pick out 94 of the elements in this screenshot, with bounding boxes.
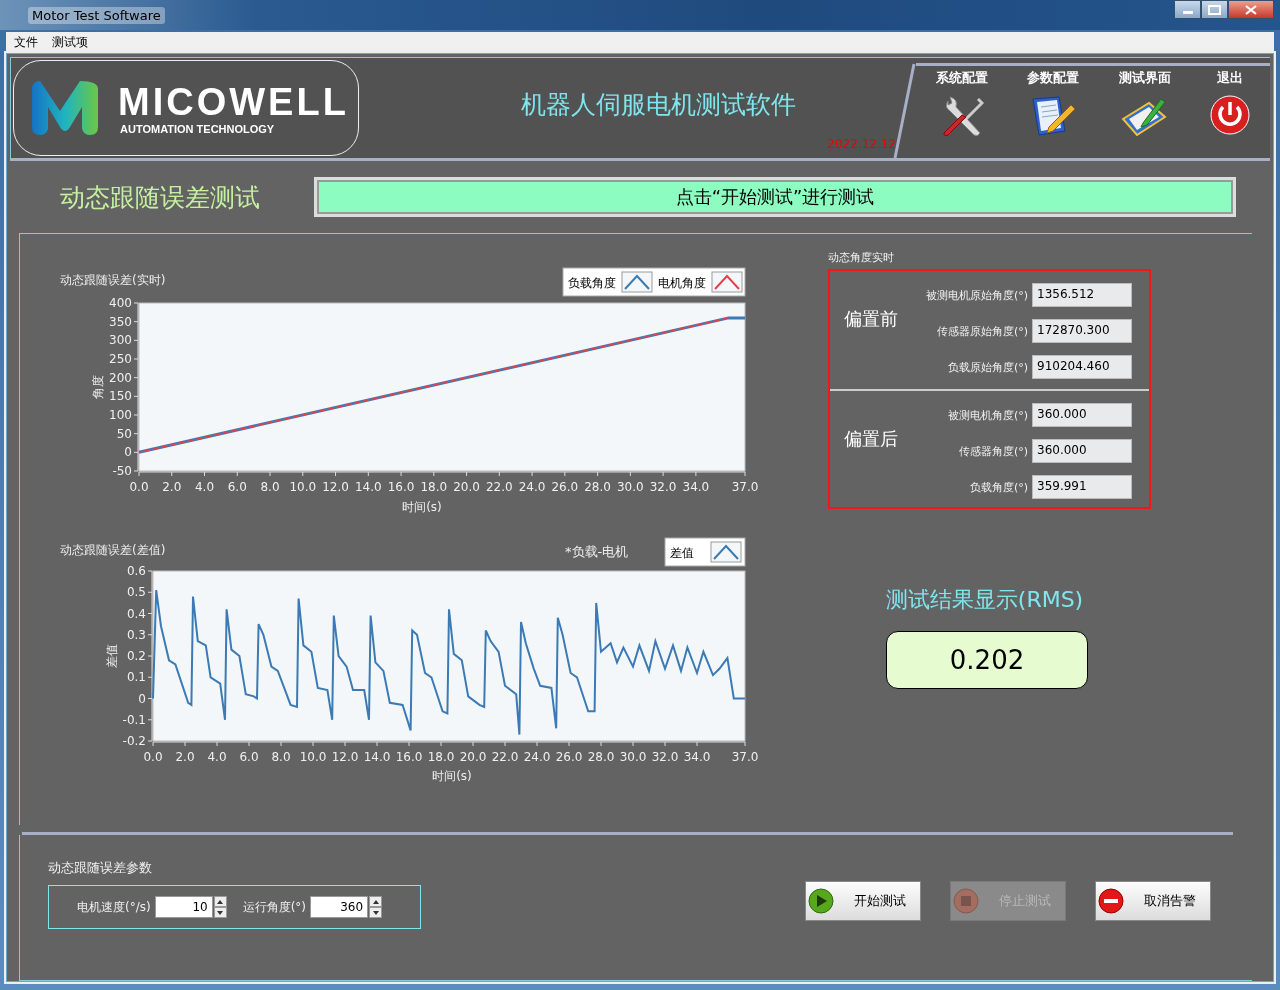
- x-tick-label: 10.0: [289, 480, 317, 494]
- y-tick-label: 0: [138, 691, 146, 706]
- x-tick-label: 26.0: [551, 480, 579, 494]
- status-message: 点击“开始测试”进行测试: [314, 177, 1236, 217]
- y-tick-label: -50: [112, 464, 132, 478]
- value-field: 360.000: [1032, 439, 1132, 463]
- result-title: 测试结果显示(RMS): [885, 586, 1084, 614]
- y-tick-label: 0: [124, 445, 132, 460]
- y-tick-label: 300: [109, 333, 132, 348]
- app-title: 机器人伺服电机测试软件: [521, 89, 796, 121]
- x-tick-label: 28.0: [584, 480, 611, 494]
- chart-title: 动态跟随误差(差值): [60, 543, 166, 557]
- section-title: 动态跟随误差参数: [48, 859, 153, 877]
- brand-name: MICOWELL: [118, 81, 349, 123]
- y-tick-label: 0.6: [126, 564, 146, 578]
- field-label: 负载角度(°): [969, 479, 1028, 495]
- group-label: 偏置前: [844, 307, 899, 331]
- field-label: 运行角度(°): [242, 898, 307, 916]
- x-tick-label: 30.0: [619, 750, 647, 764]
- x-tick-label: 37.0: [731, 750, 759, 764]
- field-label: 传感器原始角度(°): [936, 323, 1028, 339]
- x-tick-label: 34.0: [682, 480, 710, 494]
- x-tick-label: 20.0: [459, 750, 487, 764]
- x-tick-label: 2.0: [162, 480, 182, 494]
- y-tick-label: 150: [109, 389, 132, 404]
- x-tick-label: 16.0: [395, 750, 423, 764]
- x-tick-label: 6.0: [227, 480, 247, 494]
- x-tick-label: 32.0: [651, 750, 679, 764]
- y-tick-label: 400: [109, 296, 132, 310]
- field-label: 传感器角度(°): [958, 443, 1028, 459]
- x-tick-label: 0.0: [129, 480, 149, 494]
- x-tick-label: 8.0: [271, 750, 291, 764]
- x-tick-label: 18.0: [427, 750, 455, 764]
- window-title: Motor Test Software: [28, 6, 165, 24]
- x-axis-title: 时间(s): [432, 769, 472, 783]
- value-field: 359.991: [1032, 475, 1132, 499]
- x-tick-label: 22.0: [491, 750, 519, 764]
- x-tick-label: 30.0: [617, 480, 644, 494]
- y-tick-label: 250: [109, 352, 132, 366]
- x-tick-label: 24.0: [523, 750, 551, 764]
- group-label: 偏置后: [844, 427, 899, 451]
- legend-label: 电机角度: [658, 276, 706, 290]
- x-tick-label: 16.0: [387, 480, 415, 494]
- x-tick-label: 22.0: [485, 480, 513, 494]
- x-tick-label: 2.0: [175, 750, 195, 764]
- x-tick-label: 12.0: [322, 480, 349, 494]
- y-tick-label: 0.2: [126, 649, 146, 663]
- x-tick-label: 20.0: [453, 480, 480, 494]
- x-tick-label: 8.0: [260, 480, 280, 494]
- x-tick-label: 0.0: [143, 750, 163, 764]
- section-title: 动态角度实时: [828, 250, 895, 265]
- y-tick-label: 0.1: [126, 670, 146, 685]
- y-tick-label: -0.1: [122, 712, 146, 727]
- y-tick-label: 0.5: [126, 585, 146, 600]
- x-tick-label: 28.0: [587, 750, 615, 764]
- x-tick-label: 6.0: [239, 750, 259, 764]
- y-tick-label: 0.4: [126, 606, 146, 621]
- x-tick-label: 26.0: [555, 750, 583, 764]
- x-tick-label: 24.0: [518, 480, 546, 494]
- field-label: 被测电机角度(°): [947, 407, 1028, 423]
- x-tick-label: 34.0: [683, 750, 711, 764]
- y-tick-label: 0.3: [126, 627, 146, 642]
- x-tick-label: 14.0: [363, 750, 391, 764]
- x-tick-label: 18.0: [420, 480, 448, 494]
- y-axis-title: 差值: [105, 644, 119, 668]
- y-tick-label: -0.2: [122, 734, 146, 748]
- y-tick-label: 100: [109, 408, 132, 422]
- x-tick-label: 14.0: [354, 480, 382, 494]
- value-field: 172870.300: [1032, 319, 1132, 343]
- field-label: 被测电机原始角度(°): [925, 287, 1028, 303]
- result-value: 0.202: [886, 631, 1088, 689]
- x-tick-label: 12.0: [331, 750, 359, 764]
- y-tick-label: 200: [109, 370, 132, 385]
- chart-note: *负载-电机: [565, 544, 629, 559]
- y-tick-label: 50: [116, 426, 132, 441]
- version-date: 2022.12.12: [827, 137, 896, 151]
- value-field: 1356.512: [1032, 283, 1132, 307]
- y-axis-title: 角度: [91, 375, 105, 399]
- x-tick-label: 4.0: [207, 750, 227, 764]
- x-tick-label: 10.0: [299, 750, 327, 764]
- legend-label: 差值: [670, 546, 694, 560]
- chart-title: 动态跟随误差(实时): [60, 273, 166, 287]
- x-tick-label: 37.0: [731, 480, 759, 494]
- x-axis-title: 时间(s): [402, 500, 442, 514]
- field-label: 负载原始角度(°): [947, 359, 1028, 375]
- legend-label: 负载角度: [568, 276, 616, 290]
- x-tick-label: 32.0: [649, 480, 677, 494]
- x-tick-label: 4.0: [194, 480, 215, 494]
- value-field: 360.000: [1032, 403, 1132, 427]
- brand-tagline: AUTOMATION TECHNOLOGY: [120, 123, 276, 135]
- field-label: 电机速度(°/s): [77, 898, 151, 916]
- y-tick-label: 350: [109, 314, 132, 329]
- test-title: 动态跟随误差测试: [60, 181, 261, 214]
- value-field: 910204.460: [1032, 355, 1132, 379]
